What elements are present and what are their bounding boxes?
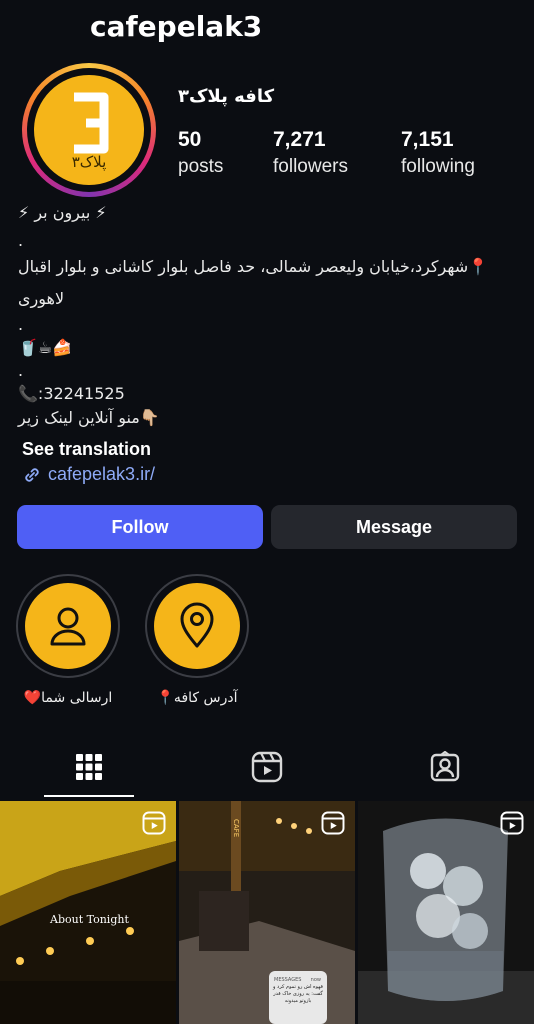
post-overlay-text: About Tonight: [49, 913, 129, 926]
svg-text:now: now: [311, 977, 321, 983]
username: cafepelak3: [90, 10, 263, 43]
grid-icon: [76, 754, 102, 780]
website-link-text: cafepelak3.ir/: [48, 464, 156, 484]
following-stat[interactable]: 7,151 following: [401, 128, 475, 178]
message-button[interactable]: Message: [271, 505, 517, 549]
avatar-logo-text: پلاک۳: [72, 153, 107, 172]
tab-tagged[interactable]: [356, 738, 534, 796]
followers-count: 7,271: [273, 128, 326, 151]
bio-address-line2: لاهوری: [18, 289, 65, 308]
profile-tabs: [0, 738, 534, 798]
grid-post-2[interactable]: CAFE MESSAGES now قهوه اش رو تموم کرد و …: [179, 801, 355, 1024]
bio-emojis: 🥤☕🍰: [18, 338, 73, 357]
location-pin-icon: [180, 602, 214, 648]
posts-count: 50: [178, 128, 202, 151]
following-label: following: [401, 156, 475, 177]
reel-indicator-icon: [321, 811, 345, 835]
highlight-cafe-address[interactable]: آدرس کافه📍: [145, 574, 249, 706]
posts-grid: About Tonight CAFE MESSAGES now قهوه اش …: [0, 801, 534, 1024]
bio-dot: .: [18, 231, 24, 250]
see-translation-link[interactable]: See translation: [22, 439, 151, 460]
avatar-logo: پلاک۳: [34, 75, 144, 185]
link-icon: [22, 465, 42, 485]
highlight-label: ارسالی شما❤️: [23, 690, 113, 706]
bio-dot: .: [18, 315, 24, 334]
bio-address-line1: 📍شهرکرد،خیابان ولیعصر شمالی، حد فاصل بلو…: [18, 257, 489, 276]
reels-icon: [251, 751, 283, 783]
reel-indicator-icon: [142, 811, 166, 835]
grid-post-3[interactable]: [358, 801, 534, 1024]
posts-stat[interactable]: 50 posts: [178, 128, 223, 178]
website-link[interactable]: cafepelak3.ir/: [22, 464, 155, 485]
reel-indicator-icon: [500, 811, 524, 835]
user-icon: [50, 607, 86, 646]
followers-label: followers: [273, 156, 348, 177]
highlight-label: آدرس کافه📍: [156, 690, 238, 706]
tab-reels[interactable]: [178, 738, 356, 796]
bio-menu-line: 👇🏼منو آنلاین لینک زیر: [18, 408, 160, 427]
grid-post-1[interactable]: About Tonight: [0, 801, 176, 1024]
highlight-submissions[interactable]: ارسالی شما❤️: [16, 574, 120, 706]
following-count: 7,151: [401, 128, 454, 151]
active-tab-indicator: [44, 795, 134, 797]
posts-label: posts: [178, 156, 224, 177]
svg-text:MESSAGES: MESSAGES: [274, 977, 301, 983]
display-name: کافه پلاک۳: [178, 86, 275, 107]
bio-dot: .: [18, 361, 24, 380]
post-overlay-text: CAFE: [232, 819, 240, 837]
follow-button[interactable]: Follow: [17, 505, 263, 549]
bio-phone: 📞:32241525: [18, 384, 125, 403]
bio-line-takeaway: ⚡ بیرون بر ⚡: [18, 203, 107, 222]
followers-stat[interactable]: 7,271 followers: [273, 128, 348, 178]
tab-posts-grid[interactable]: [0, 738, 178, 796]
tagged-user-icon: [430, 751, 460, 782]
profile-avatar[interactable]: پلاک۳: [22, 63, 156, 197]
